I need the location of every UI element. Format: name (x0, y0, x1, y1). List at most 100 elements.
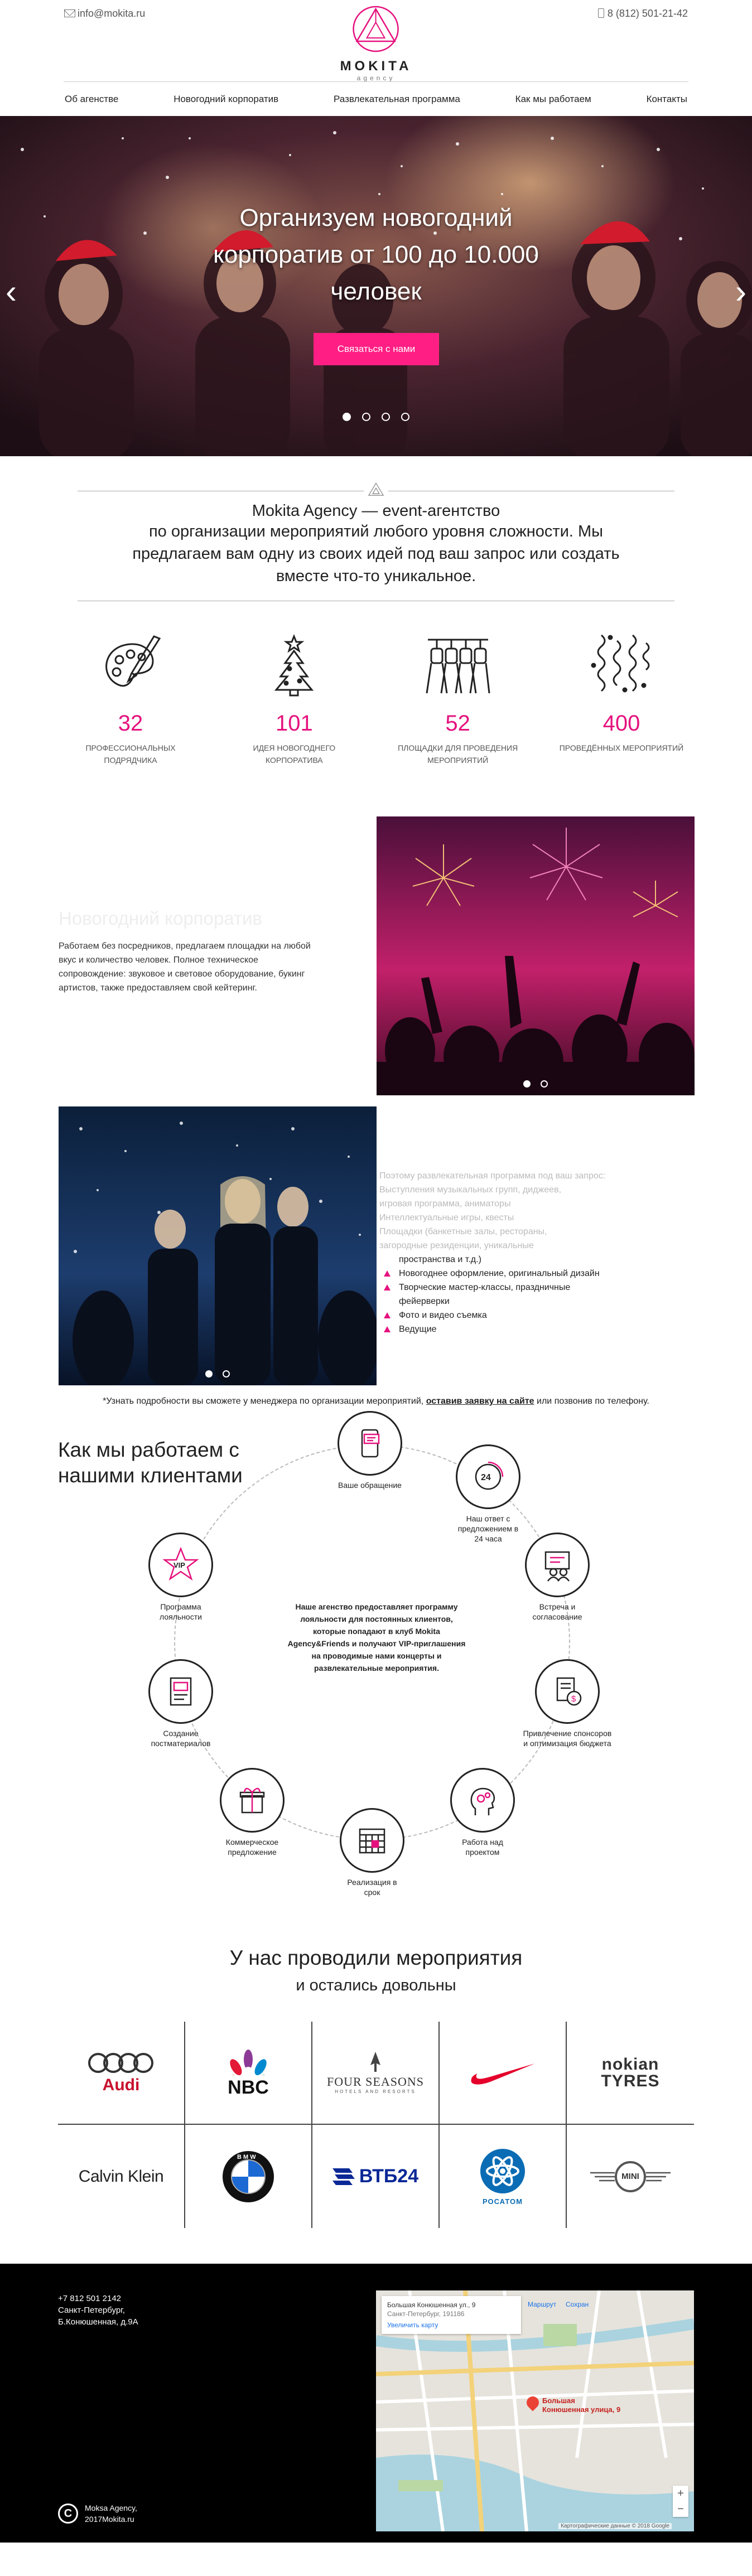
step-label: Коммерческое предложение (225, 1838, 279, 1857)
process-step-budget: $ Привлечение спонсоров и оптимизация бю… (523, 1659, 612, 1748)
mini-circle: MINI (615, 2161, 646, 2192)
stat-label: профессиональных подрядчика (85, 743, 176, 765)
slide-dot-3[interactable] (382, 413, 390, 421)
client-logo-vtb24: ВТБ24 (312, 2125, 440, 2228)
stat-number: 101 (275, 711, 313, 736)
zoom-in-icon[interactable]: + (673, 2486, 688, 2501)
pin-label-line-1: Большая (542, 2396, 575, 2405)
corporate-feature: Новогодний корпоратив Работаем без посре… (0, 816, 752, 1106)
image-dot-2[interactable] (541, 1080, 548, 1088)
list-item: Ведущие (377, 1322, 695, 1336)
image-dot-1[interactable] (205, 1370, 213, 1378)
slide-dot-4[interactable] (401, 413, 409, 421)
stat-ideas: 101 идея новогоднего корпоратива (224, 632, 364, 766)
svg-text:24: 24 (481, 1473, 491, 1482)
map-route-button[interactable]: Маршрут (528, 2300, 556, 2308)
triangle-bullet-icon (384, 1312, 391, 1318)
logo-mark-icon (364, 479, 388, 501)
image-dot-2[interactable] (223, 1370, 230, 1378)
client-logo-calvin-klein: Calvin Klein (58, 2125, 185, 2228)
logo-text: ВТБ24 (359, 2166, 419, 2187)
mini-wing-left-icon (590, 2172, 615, 2181)
logo[interactable]: MOKITA agency (340, 3, 412, 82)
list-item-text: Творческие мастер-классы, праздничные фе… (399, 1283, 571, 1306)
list-item-text: Фото и видео съемка (399, 1311, 487, 1320)
clients-section: У нас проводили мероприятия и остались д… (0, 1946, 752, 2228)
process-step-meeting: Встреча и согласование (513, 1533, 602, 1622)
about-text: по организации мероприятий любого уровня… (132, 523, 620, 585)
footer: +7 812 501 2142 Санкт-Петербург, Б.Конюш… (0, 2264, 752, 2543)
audi-rings-icon (88, 2053, 153, 2073)
christmas-tree-icon (274, 634, 314, 697)
stat-number: 400 (602, 711, 640, 736)
hero-pagination (0, 413, 752, 421)
map-info-card: Большая Конюшенная ул., 9 Санкт-Петербур… (382, 2296, 521, 2334)
stat-number: 52 (445, 711, 470, 736)
slide-dot-2[interactable] (362, 413, 370, 421)
map-route-label: Маршрут (528, 2300, 557, 2308)
stat-label: идея новогоднего корпоратива (253, 743, 336, 765)
list-item: Площадки (банкетные залы, рестораны, (379, 1227, 547, 1236)
svg-text:$: $ (571, 1694, 576, 1704)
phone-text: 8 (812) 501-21-42 (607, 8, 688, 19)
clients-title: У нас проводили мероприятия (229, 1946, 523, 1969)
nav-item-corporate[interactable]: Новогодний корпоратив (173, 94, 278, 105)
note-text-end: или позвонив по телефону. (537, 1396, 649, 1406)
list-item: загородные резиденции, уникальные (379, 1241, 534, 1250)
google-map[interactable]: Большая Конюшенная ул., 9 Санкт-Петербур… (376, 2290, 694, 2531)
footer-contacts: +7 812 501 2142 Санкт-Петербург, Б.Конюш… (58, 2293, 138, 2328)
step-label: Наш ответ с предложением в 24 часа (457, 1514, 519, 1543)
client-logo-rosatom: РОСАТОМ (440, 2125, 567, 2228)
zoom-out-icon[interactable]: − (673, 2501, 688, 2517)
nav-item-how-we-work[interactable]: Как мы работаем (515, 94, 591, 105)
head-gears-icon (450, 1768, 515, 1833)
image-slider-dots (59, 1370, 377, 1378)
nike-swoosh-icon (471, 2063, 535, 2085)
logo-text: Calvin Klein (78, 2167, 164, 2186)
section-divider (78, 479, 674, 501)
process-title: Как мы работаем с нашими клиентами (58, 1438, 243, 1487)
24-hours-icon: 24 (456, 1444, 520, 1509)
footer-phone[interactable]: +7 812 501 2142 (58, 2293, 138, 2304)
image-slider-dots (377, 1080, 695, 1088)
step-label: Встреча и согласование (532, 1602, 582, 1621)
image-dot-1[interactable] (523, 1080, 531, 1088)
leave-request-link[interactable]: оставив заявку на сайте (426, 1396, 534, 1406)
calendar-icon (340, 1808, 404, 1873)
header-email[interactable]: info@mokita.ru (64, 8, 145, 20)
map-terms: Картографические данные © 2018 Google (558, 2523, 672, 2529)
nav-item-contacts[interactable]: Контакты (647, 94, 687, 105)
map-enlarge-link[interactable]: Увеличить карту (387, 2321, 515, 2329)
nav-item-about[interactable]: Об агенстве (65, 94, 118, 105)
triangle-bullet-icon (384, 1326, 391, 1332)
entertainment-list: Выступления музыкальных групп, диджеев, … (377, 1183, 695, 1336)
triangle-bullet-icon (384, 1284, 391, 1291)
stats-row: 32 профессиональных подрядчика 101 идея … (61, 632, 691, 766)
contact-us-button[interactable]: Связаться с нами (314, 333, 439, 365)
vip-star-icon: VIP (148, 1533, 213, 1597)
nav-item-entertainment[interactable]: Развлекательная программа (334, 94, 460, 105)
svg-text:B M W: B M W (237, 2154, 256, 2161)
hero-prev-arrow[interactable]: ‹ (6, 272, 17, 311)
budget-icon: $ (535, 1659, 600, 1724)
header-phone[interactable]: 8 (812) 501-21-42 (597, 8, 688, 20)
footer-copyright: C Moksa Agency, 2017Mokita.ru (58, 2502, 137, 2525)
peacock-icon (229, 2050, 268, 2092)
brand-name: MOKITA (340, 59, 412, 74)
process-step-postmaterials: Создание постматериалов (136, 1659, 225, 1748)
map-save-button[interactable]: Сохран (566, 2300, 589, 2308)
dancing-party-image (59, 1106, 377, 1385)
mail-icon (64, 9, 75, 17)
client-logo-bmw: B M W (185, 2125, 312, 2228)
meeting-icon (525, 1533, 590, 1597)
client-logos-grid: Audi NBC FOUR SEASONS HOTELS AND RESORTS… (58, 2022, 694, 2228)
logo-text: FOUR SEASONS (327, 2074, 424, 2089)
stat-label: проведённых мероприятий (559, 743, 684, 752)
map-save-label: Сохран (566, 2300, 589, 2308)
step-label: Привлечение спонсоров и оптимизация бюдж… (523, 1729, 612, 1748)
hero-next-arrow[interactable]: › (735, 272, 746, 311)
slide-dot-1[interactable] (343, 413, 351, 421)
report-icon (148, 1659, 213, 1724)
list-item: Интеллектуальные игры, квесты (379, 1213, 514, 1222)
map-zoom-control[interactable]: + − (673, 2486, 688, 2517)
